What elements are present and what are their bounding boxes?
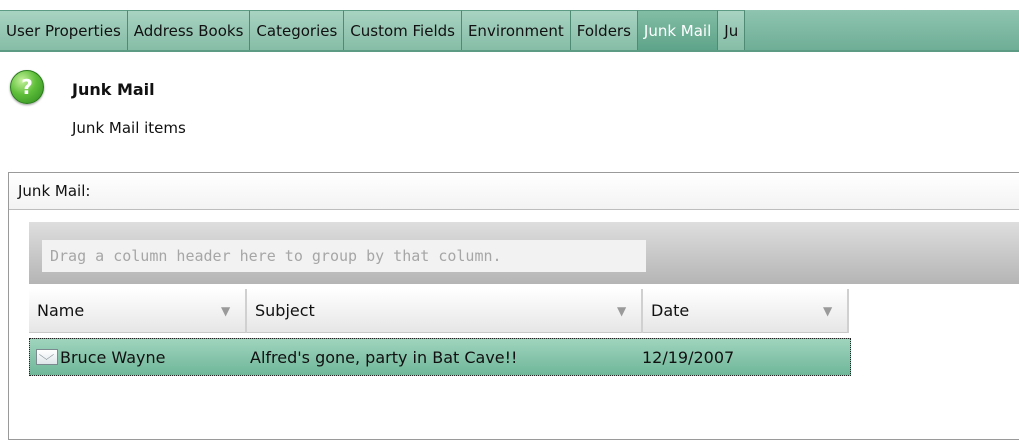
column-header-label: Date [651,301,690,320]
cell-date: 12/19/2007 [642,347,735,367]
junk-mail-panel: Junk Mail: Drag a column header here to … [8,172,1019,440]
cell-subject: Alfred's gone, party in Bat Cave!! [250,347,518,367]
help-icon: ? [10,70,44,104]
table-row[interactable]: Bruce Wayne Alfred's gone, party in Bat … [29,338,851,376]
column-header-name[interactable]: Name ▼ [29,289,247,333]
column-header-subject[interactable]: Subject ▼ [247,289,643,333]
group-by-area[interactable]: Drag a column header here to group by th… [29,222,1019,284]
filter-icon[interactable]: ▼ [221,305,233,317]
panel-header: Junk Mail: [9,173,1019,210]
tab-custom-fields[interactable]: Custom Fields [344,10,462,50]
filter-icon[interactable]: ▼ [617,305,629,317]
tab-user-properties[interactable]: User Properties [0,10,128,50]
tab-categories[interactable]: Categories [250,10,345,50]
group-by-hint: Drag a column header here to group by th… [42,240,646,272]
tab-address-books[interactable]: Address Books [127,10,251,50]
grid-header: Name ▼ Subject ▼ Date ▼ [29,289,849,333]
tab-ju[interactable]: Ju [718,10,746,50]
tab-folders[interactable]: Folders [570,10,638,50]
panel-title: Junk Mail: [18,182,91,200]
cell-name: Bruce Wayne [60,347,166,367]
envelope-icon [36,349,58,365]
tab-bar: User Properties Address Books Categories… [0,10,1019,52]
column-header-label: Subject [255,301,315,320]
tab-environment[interactable]: Environment [461,10,571,50]
tab-junk-mail[interactable]: Junk Mail [637,10,719,50]
filter-icon[interactable]: ▼ [823,305,835,317]
page-subtitle: Junk Mail items [72,119,186,137]
column-header-label: Name [37,301,85,320]
column-header-date[interactable]: Date ▼ [643,289,849,333]
page-title: Junk Mail [72,80,155,99]
